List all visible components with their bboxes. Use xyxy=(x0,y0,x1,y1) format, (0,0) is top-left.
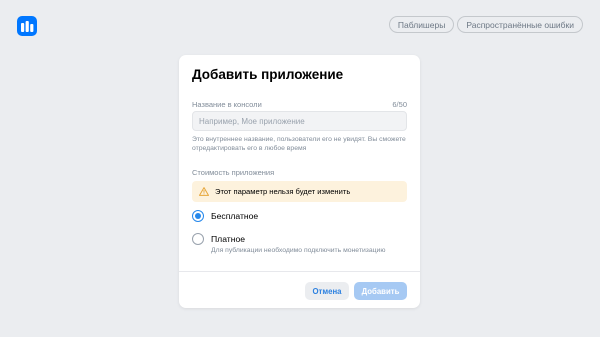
price-label: Стоимость приложения xyxy=(192,168,275,177)
radio-paid[interactable] xyxy=(192,233,204,245)
name-field-hint: Это внутреннее название, пользователи ег… xyxy=(192,136,406,152)
radio-paid-label: Платное xyxy=(211,234,246,244)
add-button[interactable]: Добавить xyxy=(354,282,407,300)
radio-paid-sublabel: Для публикации необходимо подключить мон… xyxy=(211,247,386,254)
add-app-modal: Добавить приложение Название в консоли 6… xyxy=(179,55,420,308)
warning-text: Этот параметр нельзя будет изменить xyxy=(215,187,351,196)
name-field-label: Название в консоли xyxy=(192,100,262,109)
modal-title: Добавить приложение xyxy=(192,67,344,82)
radio-free-label: Бесплатное xyxy=(211,211,259,221)
warning-triangle-icon xyxy=(199,183,209,201)
modal-divider xyxy=(179,271,420,272)
app-name-placeholder: Например, Мое приложение xyxy=(199,116,305,126)
vk-logo-icon[interactable] xyxy=(17,16,37,36)
price-warning-banner: Этот параметр нельзя будет изменить xyxy=(192,181,407,202)
price-option-paid[interactable]: Платное Для публикации необходимо подклю… xyxy=(192,233,385,255)
name-char-counter: 6/50 xyxy=(392,100,407,109)
cancel-button[interactable]: Отмена xyxy=(305,282,349,300)
page: Паблишеры Распространённые ошибки Добави… xyxy=(0,0,600,337)
app-name-input[interactable]: Например, Мое приложение xyxy=(192,111,407,131)
nav-common-errors-link[interactable]: Распространённые ошибки xyxy=(457,16,583,33)
price-option-free[interactable]: Бесплатное xyxy=(192,210,258,222)
radio-free[interactable] xyxy=(192,210,204,222)
top-nav: Паблишеры Распространённые ошибки xyxy=(388,16,583,33)
nav-publishers-link[interactable]: Паблишеры xyxy=(388,16,455,33)
